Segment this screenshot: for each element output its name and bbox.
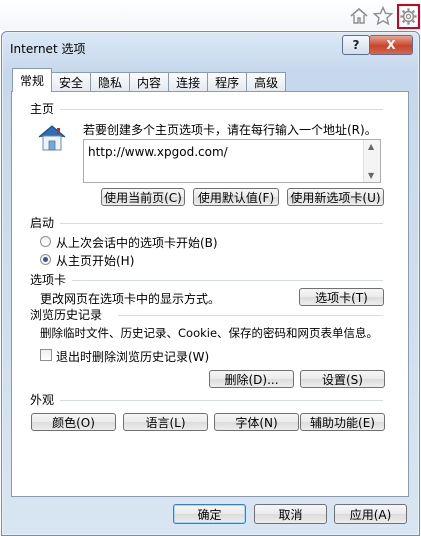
- tab-security[interactable]: 安全: [51, 72, 92, 92]
- delete-on-exit-checkbox[interactable]: [40, 349, 52, 361]
- languages-button[interactable]: 语言(L): [123, 413, 208, 431]
- home-instruction: 若要创建多个主页选项卡，请在每行输入一个地址(R)。: [83, 123, 377, 137]
- tabs-section-label: 选项卡: [30, 273, 67, 287]
- close-button[interactable]: X: [369, 35, 413, 55]
- tabs-description: 更改网页在选项卡中的显示方式。: [40, 292, 221, 306]
- radio-last-session[interactable]: [40, 236, 51, 247]
- colors-button[interactable]: 颜色(O): [31, 413, 116, 431]
- homepage-url-value: http://www.xpgod.com/: [88, 145, 228, 159]
- house-icon: [35, 121, 69, 155]
- ok-button[interactable]: 确定: [173, 504, 246, 524]
- tabs-settings-button[interactable]: 选项卡(T): [299, 288, 384, 306]
- delete-on-exit-label[interactable]: 退出时删除浏览历史记录(W): [56, 348, 209, 365]
- radio-home-page-label[interactable]: 从主页开始(H): [56, 252, 134, 269]
- scroll-up-icon[interactable]: ▲: [368, 142, 374, 151]
- home-divider: [60, 109, 383, 110]
- star-icon[interactable]: [372, 5, 394, 27]
- radio-last-session-label[interactable]: 从上次会话中的选项卡开始(B): [56, 234, 218, 251]
- homepage-url-field[interactable]: http://www.xpgod.com/ ▲ ▼: [83, 139, 381, 183]
- use-default-button[interactable]: 使用默认值(F): [193, 188, 279, 206]
- tabs-divider: [72, 280, 383, 281]
- tab-content[interactable]: 内容: [129, 72, 170, 92]
- tab-privacy[interactable]: 隐私: [90, 72, 131, 92]
- gear-icon[interactable]: [397, 4, 420, 29]
- scroll-down-icon[interactable]: ▼: [368, 171, 374, 180]
- tab-connections[interactable]: 连接: [168, 72, 209, 92]
- history-settings-button[interactable]: 设置(S): [300, 370, 385, 388]
- use-current-button[interactable]: 使用当前页(C): [101, 188, 185, 206]
- url-field-scrollbar[interactable]: ▲ ▼: [363, 140, 380, 182]
- tab-programs[interactable]: 程序: [207, 72, 248, 92]
- fonts-button[interactable]: 字体(N): [214, 413, 299, 431]
- help-button[interactable]: ?: [342, 35, 370, 55]
- dialog-title: Internet 选项: [10, 42, 86, 56]
- appearance-divider: [60, 400, 383, 401]
- accessibility-button[interactable]: 辅助功能(E): [300, 413, 385, 431]
- delete-history-button[interactable]: 删除(D)...: [209, 370, 294, 388]
- home-icon[interactable]: [348, 5, 370, 27]
- history-section-label: 浏览历史记录: [30, 308, 103, 322]
- tab-advanced[interactable]: 高级: [246, 72, 287, 92]
- startup-section-label: 启动: [30, 216, 55, 230]
- tab-strip: 常规 安全 隐私 内容 连接 程序 高级: [12, 68, 287, 92]
- history-divider: [118, 315, 383, 316]
- apply-button[interactable]: 应用(A): [334, 504, 407, 524]
- radio-home-page[interactable]: [40, 254, 51, 265]
- startup-divider: [60, 223, 383, 224]
- browser-toolbar: [0, 0, 421, 30]
- cancel-button[interactable]: 取消: [254, 504, 327, 524]
- home-section-label: 主页: [30, 102, 55, 116]
- tab-general[interactable]: 常规: [12, 68, 53, 92]
- history-description: 删除临时文件、历史记录、Cookie、保存的密码和网页表单信息。: [40, 326, 379, 340]
- use-new-tab-button[interactable]: 使用新选项卡(U): [287, 188, 384, 206]
- appearance-section-label: 外观: [30, 393, 55, 407]
